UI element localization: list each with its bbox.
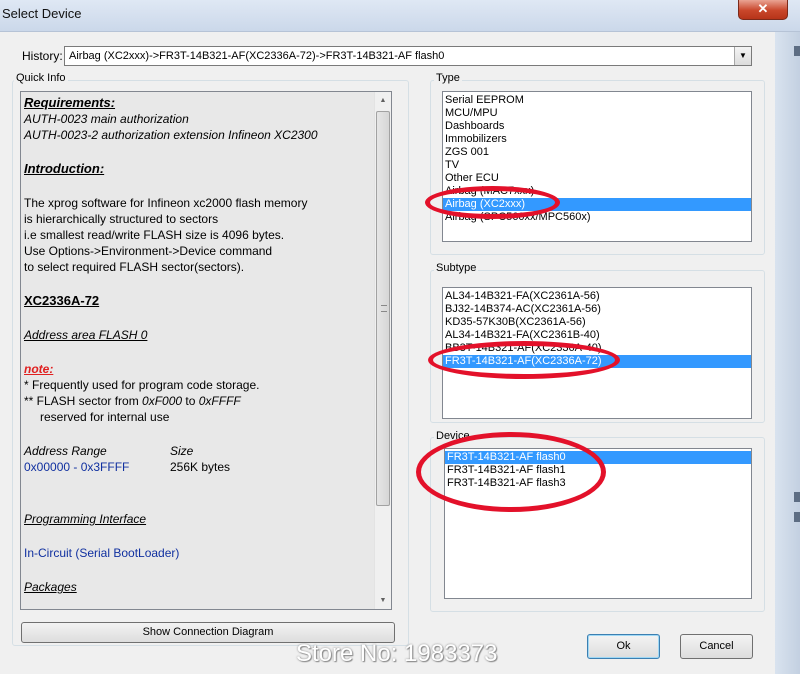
type-list-item[interactable]: Serial EEPROM	[443, 94, 751, 107]
scroll-up-icon[interactable]: ▲	[375, 92, 391, 109]
cancel-button[interactable]: Cancel	[680, 634, 753, 659]
scroll-down-icon[interactable]: ▼	[375, 592, 391, 609]
type-list-item[interactable]: TV	[443, 159, 751, 172]
chevron-down-icon[interactable]: ▼	[734, 47, 751, 65]
subtype-list-item[interactable]: AL34-14B321-FA(XC2361B-40)	[443, 329, 751, 342]
note-address-from: 0xF000	[142, 394, 183, 408]
address-area-heading: Address area FLASH 0	[24, 328, 148, 342]
size-value: 256K bytes	[170, 460, 231, 474]
quick-info-scrollbar[interactable]: ▲ ▼	[374, 92, 391, 609]
highlight-circle	[416, 432, 606, 512]
note-line: reserved for internal use	[40, 410, 170, 424]
note-line: * Frequently used for program code stora…	[24, 378, 260, 392]
note-text: ** FLASH sector from	[24, 394, 143, 408]
subtype-list-item[interactable]: BJ32-14B374-AC(XC2361A-56)	[443, 303, 751, 316]
programming-interface-heading: Programming Interface	[24, 512, 147, 526]
note-line: ** FLASH sector from 0xF000 to 0xFFFF	[24, 393, 374, 409]
subtype-caption: Subtype	[434, 262, 479, 274]
type-list-item[interactable]: ZGS 001	[443, 146, 751, 159]
history-dropdown[interactable]: Airbag (XC2xxx)->FR3T-14B321-AF(XC2336A-…	[64, 46, 752, 66]
size-label: Size	[170, 444, 194, 458]
ok-button[interactable]: Ok	[587, 634, 660, 659]
type-list-item[interactable]: MCU/MPU	[443, 107, 751, 120]
intro-line: is hierarchically structured to sectors	[24, 212, 219, 226]
type-list-item[interactable]: Other ECU	[443, 172, 751, 185]
background-window-edge	[775, 32, 800, 674]
address-range-label: Address Range	[24, 444, 107, 458]
device-name-heading: XC2336A-72	[24, 293, 100, 308]
note-address-to: 0xFFFF	[198, 394, 241, 408]
requirements-heading: Requirements:	[24, 95, 116, 110]
close-icon: ✕	[757, 1, 769, 16]
subtype-list-item[interactable]: AL34-14B321-FA(XC2361A-56)	[443, 290, 751, 303]
edge-icon	[794, 46, 800, 56]
highlight-circle	[428, 341, 620, 379]
edge-icon	[794, 492, 800, 502]
quick-info-content: Requirements: AUTH-0023 main authorizati…	[24, 95, 374, 595]
type-list-item[interactable]: Immobilizers	[443, 133, 751, 146]
quick-info-panel[interactable]: Requirements: AUTH-0023 main authorizati…	[20, 91, 392, 610]
address-size-header: Address Range Size	[24, 443, 374, 459]
programming-interface-value: In-Circuit (Serial BootLoader)	[24, 546, 180, 560]
history-label: History:	[22, 49, 63, 63]
edge-icon	[794, 512, 800, 522]
intro-line: The xprog software for Infineon xc2000 f…	[24, 196, 308, 210]
requirement-line: AUTH-0023-2 authorization extension Infi…	[24, 128, 318, 142]
type-listbox[interactable]: Serial EEPROM MCU/MPU Dashboards Immobilize…	[442, 91, 752, 242]
introduction-heading: Introduction:	[24, 161, 105, 176]
requirement-line: AUTH-0023 main authorization	[24, 112, 189, 126]
title-bar: Select Device ✕	[0, 0, 800, 32]
note-heading: note:	[24, 362, 54, 376]
note-text: to	[182, 394, 199, 408]
store-watermark: Store No: 1983373	[296, 640, 498, 667]
select-device-dialog: Select Device ✕ History: Airbag (XC2xxx)…	[0, 0, 800, 674]
intro-line: i.e smallest read/write FLASH size is 40…	[24, 228, 285, 242]
intro-line: to select required FLASH sector(sectors)…	[24, 260, 245, 274]
scroll-thumb[interactable]	[376, 111, 390, 506]
history-value: Airbag (XC2xxx)->FR3T-14B321-AF(XC2336A-…	[69, 50, 445, 62]
packages-heading: Packages	[24, 580, 77, 594]
intro-line: Use Options->Environment->Device command	[24, 244, 273, 258]
type-caption: Type	[434, 72, 462, 84]
close-button[interactable]: ✕	[738, 0, 788, 20]
window-title: Select Device	[2, 6, 82, 21]
address-range-value: 0x00000 - 0x3FFFF	[24, 460, 130, 474]
type-list-item[interactable]: Dashboards	[443, 120, 751, 133]
address-size-values: 0x00000 - 0x3FFFF 256K bytes	[24, 459, 374, 475]
subtype-list-item[interactable]: KD35-57K30B(XC2361A-56)	[443, 316, 751, 329]
quick-info-caption: Quick Info	[14, 72, 68, 84]
highlight-circle	[425, 186, 560, 219]
